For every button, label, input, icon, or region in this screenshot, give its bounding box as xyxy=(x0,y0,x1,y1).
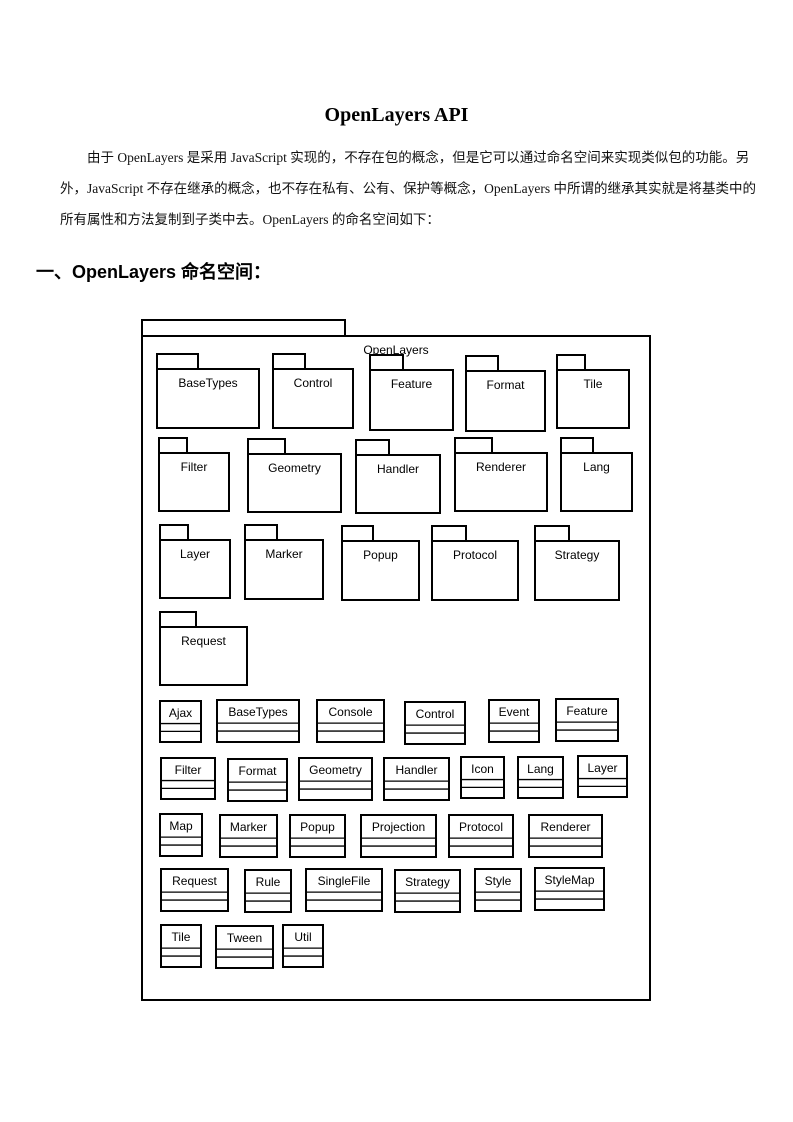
package-tab xyxy=(560,437,594,454)
class-util[interactable]: Util xyxy=(282,924,324,968)
package-tab xyxy=(431,525,467,542)
package-tab xyxy=(534,525,570,542)
class-label: Request xyxy=(172,874,217,888)
class-label: Handler xyxy=(395,763,437,777)
class-label: Lang xyxy=(527,762,554,776)
class-label: Format xyxy=(238,764,277,778)
class-label: BaseTypes xyxy=(228,705,287,719)
class-label: SingleFile xyxy=(318,874,371,888)
namespace-diagram: OpenLayersBaseTypes Control Feature Format T… xyxy=(141,319,651,1001)
class-style[interactable]: Style xyxy=(474,868,522,912)
class-feature[interactable]: Feature xyxy=(555,698,619,742)
class-label: Projection xyxy=(372,820,425,834)
class-format[interactable]: Format xyxy=(227,758,288,802)
class-event[interactable]: Event xyxy=(488,699,540,743)
class-label: Util xyxy=(294,930,311,944)
class-label: Map xyxy=(169,819,193,833)
class-label: Ajax xyxy=(169,706,192,720)
root-package-tab xyxy=(141,319,346,337)
class-basetypes[interactable]: BaseTypes xyxy=(216,699,300,743)
package-label: Protocol xyxy=(453,548,497,562)
class-stylemap[interactable]: StyleMap xyxy=(534,867,605,911)
package-label: Geometry xyxy=(268,461,321,475)
package-tab xyxy=(156,353,199,370)
class-singlefile[interactable]: SingleFile xyxy=(305,868,383,912)
package-tab xyxy=(159,611,197,628)
class-popup[interactable]: Popup xyxy=(289,814,346,858)
class-label: Layer xyxy=(587,761,617,775)
class-tile[interactable]: Tile xyxy=(160,924,202,968)
class-ajax[interactable]: Ajax xyxy=(159,700,202,743)
class-renderer[interactable]: Renderer xyxy=(528,814,603,858)
class-label: Protocol xyxy=(459,820,503,834)
package-tab xyxy=(341,525,374,542)
class-protocol[interactable]: Protocol xyxy=(448,814,514,858)
class-label: StyleMap xyxy=(544,873,594,887)
class-layer[interactable]: Layer xyxy=(577,755,628,798)
package-label: Lang xyxy=(583,460,610,474)
class-marker[interactable]: Marker xyxy=(219,814,278,858)
package-label: Format xyxy=(486,378,525,392)
class-console[interactable]: Console xyxy=(316,699,385,743)
package-label: Handler xyxy=(377,462,419,476)
class-label: Renderer xyxy=(540,820,590,834)
class-map[interactable]: Map xyxy=(159,813,203,857)
class-lang[interactable]: Lang xyxy=(517,756,564,799)
class-label: Geometry xyxy=(309,763,362,777)
class-request[interactable]: Request xyxy=(160,868,229,912)
class-label: Icon xyxy=(471,762,494,776)
class-label: Tile xyxy=(172,930,191,944)
class-strategy[interactable]: Strategy xyxy=(394,869,461,913)
class-label: Feature xyxy=(566,704,608,718)
class-label: Event xyxy=(499,705,530,719)
package-label: Feature xyxy=(391,377,433,391)
class-label: Tween xyxy=(227,931,262,945)
package-label: BaseTypes xyxy=(178,376,237,390)
class-label: Console xyxy=(328,705,372,719)
package-label: Filter xyxy=(181,460,208,474)
class-label: Style xyxy=(485,874,512,888)
class-label: Control xyxy=(416,707,455,721)
class-label: Strategy xyxy=(405,875,450,889)
package-label: Request xyxy=(181,634,226,648)
class-handler[interactable]: Handler xyxy=(383,757,450,801)
class-filter[interactable]: Filter xyxy=(160,757,216,800)
class-control[interactable]: Control xyxy=(404,701,466,745)
class-label: Marker xyxy=(230,820,267,834)
package-tab xyxy=(244,524,278,541)
package-tab xyxy=(355,439,390,456)
class-tween[interactable]: Tween xyxy=(215,925,274,969)
package-label: Marker xyxy=(265,547,302,561)
package-label: Layer xyxy=(180,547,210,561)
class-label: Rule xyxy=(256,875,281,889)
package-tab xyxy=(369,354,404,371)
class-projection[interactable]: Projection xyxy=(360,814,437,858)
package-tab xyxy=(247,438,286,455)
package-tab xyxy=(158,437,188,454)
class-label: Popup xyxy=(300,820,335,834)
class-geometry[interactable]: Geometry xyxy=(298,757,373,801)
package-tab xyxy=(556,354,586,371)
package-label: Renderer xyxy=(476,460,526,474)
class-rule[interactable]: Rule xyxy=(244,869,292,913)
package-tab xyxy=(272,353,306,370)
package-tab xyxy=(159,524,189,541)
class-icon[interactable]: Icon xyxy=(460,756,505,799)
class-label: Filter xyxy=(175,763,202,777)
package-label: Tile xyxy=(584,377,603,391)
package-tab xyxy=(465,355,499,372)
package-tab xyxy=(454,437,493,454)
package-label: Popup xyxy=(363,548,398,562)
package-label: Control xyxy=(294,376,333,390)
package-label: Strategy xyxy=(555,548,600,562)
